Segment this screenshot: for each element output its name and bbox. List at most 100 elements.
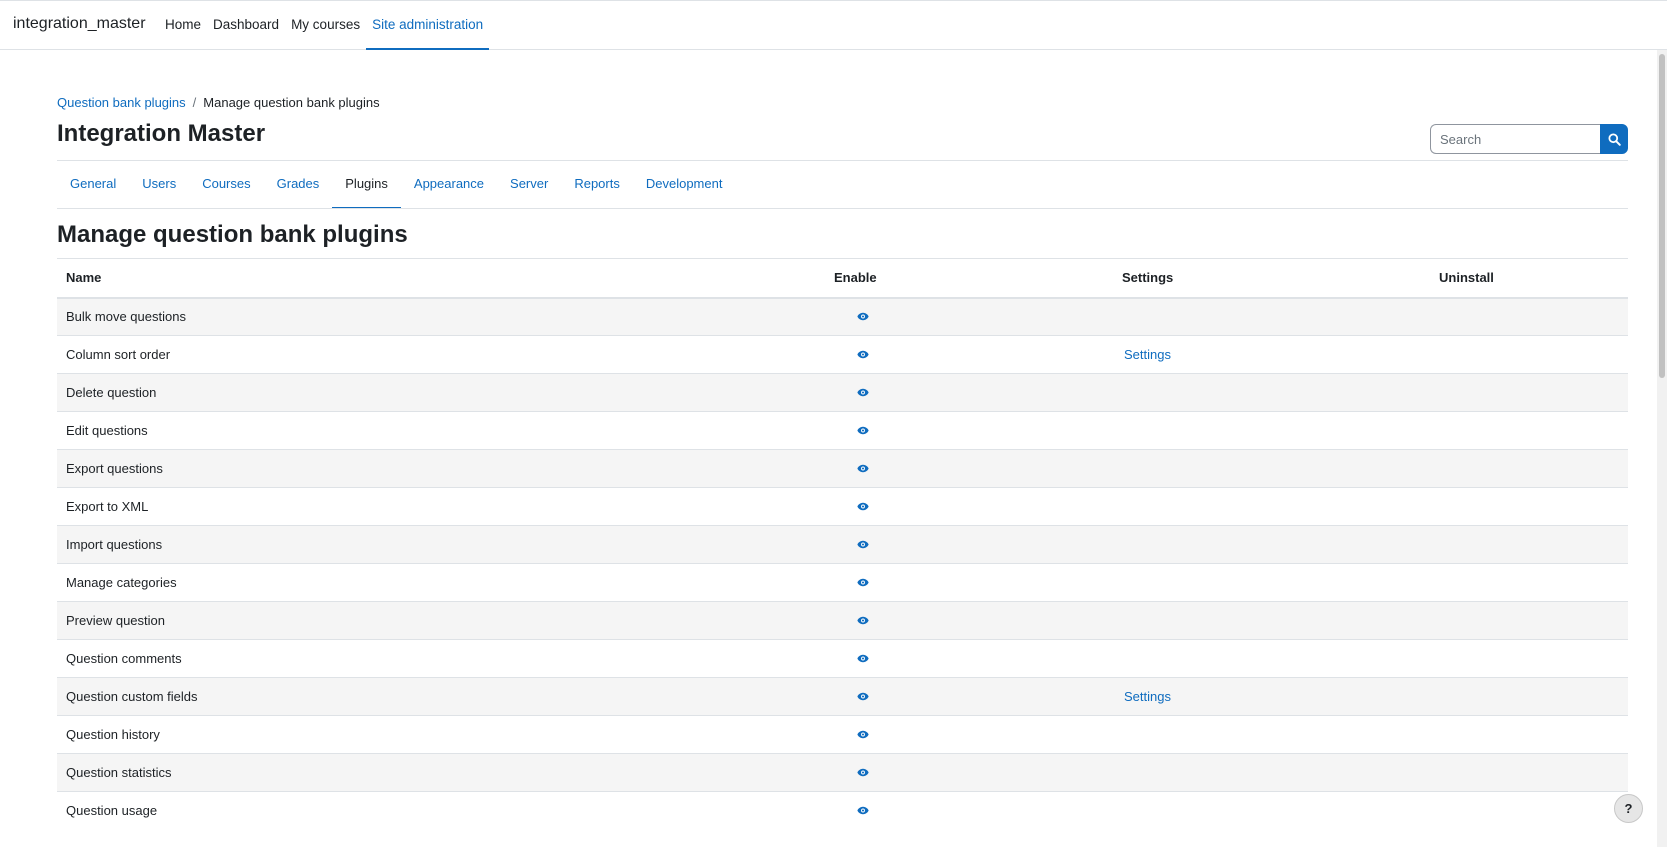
uninstall-cell [1430, 449, 1628, 488]
plugin-name: Question comments [57, 639, 825, 678]
plugins-table-body: Bulk move questions Column sort order Sett… [57, 297, 1628, 830]
eye-icon[interactable] [857, 613, 869, 628]
enable-cell [825, 791, 1113, 830]
eye-icon[interactable] [857, 575, 869, 590]
eye-icon[interactable] [857, 309, 869, 324]
tabs-divider [57, 208, 1628, 209]
tab-users[interactable]: Users [129, 161, 189, 209]
uninstall-cell [1430, 753, 1628, 792]
enable-cell [825, 487, 1113, 526]
page-scrollbar[interactable] [1657, 50, 1667, 847]
table-row: Edit questions [57, 411, 1628, 450]
tab-development[interactable]: Development [633, 161, 736, 209]
top-navbar: integration_master Home Dashboard My cou… [0, 0, 1667, 50]
plugin-name: Edit questions [57, 411, 825, 450]
tab-grades[interactable]: Grades [264, 161, 333, 209]
enable-cell [825, 373, 1113, 412]
settings-cell [1113, 715, 1430, 754]
search-input[interactable] [1430, 124, 1600, 154]
settings-link[interactable]: Settings [1122, 347, 1171, 362]
search-button[interactable] [1600, 124, 1628, 154]
uninstall-cell [1430, 373, 1628, 412]
plugin-name: Preview question [57, 601, 825, 640]
tab-courses[interactable]: Courses [189, 161, 263, 209]
column-header-settings: Settings [1113, 258, 1430, 299]
table-header-row: Name Enable Settings Uninstall [57, 258, 1628, 299]
uninstall-cell [1430, 677, 1628, 716]
table-row: Column sort order Settings [57, 335, 1628, 374]
plugin-name: Question history [57, 715, 825, 754]
help-button[interactable]: ? [1614, 794, 1643, 823]
settings-cell [1113, 791, 1430, 830]
nav-link-my-courses[interactable]: My courses [285, 1, 366, 49]
eye-icon[interactable] [857, 461, 869, 476]
column-header-uninstall: Uninstall [1430, 258, 1628, 299]
column-header-enable: Enable [825, 258, 1113, 299]
tab-reports[interactable]: Reports [561, 161, 633, 209]
eye-icon[interactable] [857, 727, 869, 742]
settings-cell [1113, 487, 1430, 526]
eye-icon[interactable] [857, 537, 869, 552]
uninstall-cell [1430, 563, 1628, 602]
enable-cell [825, 563, 1113, 602]
settings-cell: Settings [1113, 335, 1430, 374]
site-brand[interactable]: integration_master [13, 15, 146, 33]
settings-cell [1113, 563, 1430, 602]
breadcrumb-link-question-bank-plugins[interactable]: Question bank plugins [57, 95, 186, 110]
settings-cell [1113, 753, 1430, 792]
page-title: Integration Master [57, 120, 266, 147]
column-header-name: Name [57, 258, 825, 299]
plugin-name: Bulk move questions [57, 297, 825, 336]
settings-link[interactable]: Settings [1122, 689, 1171, 704]
uninstall-cell [1430, 639, 1628, 678]
plugin-name: Export to XML [57, 487, 825, 526]
enable-cell [825, 525, 1113, 564]
breadcrumb: Question bank plugins / Manage question … [57, 95, 380, 110]
uninstall-cell [1430, 601, 1628, 640]
scrollbar-thumb[interactable] [1659, 54, 1665, 378]
table-row: Delete question [57, 373, 1628, 412]
settings-cell: Settings [1113, 677, 1430, 716]
uninstall-cell [1430, 487, 1628, 526]
eye-icon[interactable] [857, 347, 869, 362]
enable-cell [825, 297, 1113, 336]
eye-icon[interactable] [857, 651, 869, 666]
table-row: Question custom fields Settings [57, 677, 1628, 716]
table-row: Manage categories [57, 563, 1628, 602]
enable-cell [825, 449, 1113, 488]
settings-cell [1113, 639, 1430, 678]
search-icon [1607, 132, 1621, 146]
nav-link-site-administration[interactable]: Site administration [366, 1, 490, 50]
enable-cell [825, 715, 1113, 754]
uninstall-cell [1430, 791, 1628, 830]
eye-icon[interactable] [857, 765, 869, 780]
eye-icon[interactable] [857, 499, 869, 514]
section-heading: Manage question bank plugins [57, 221, 408, 248]
table-row: Export to XML [57, 487, 1628, 526]
settings-cell [1113, 373, 1430, 412]
eye-icon[interactable] [857, 689, 869, 704]
uninstall-cell [1430, 411, 1628, 450]
plugin-name: Import questions [57, 525, 825, 564]
admin-tabs: General Users Courses Grades Plugins App… [57, 161, 735, 209]
nav-link-home[interactable]: Home [159, 1, 207, 49]
eye-icon[interactable] [857, 385, 869, 400]
uninstall-cell [1430, 335, 1628, 374]
breadcrumb-separator: / [192, 95, 197, 110]
tab-appearance[interactable]: Appearance [401, 161, 497, 209]
plugin-name: Column sort order [57, 335, 825, 374]
tab-plugins[interactable]: Plugins [332, 161, 401, 209]
plugins-table: Name Enable Settings Uninstall Bulk move… [57, 258, 1628, 830]
tab-general[interactable]: General [57, 161, 129, 209]
settings-cell [1113, 297, 1430, 336]
enable-cell [825, 411, 1113, 450]
uninstall-cell [1430, 715, 1628, 754]
table-row: Import questions [57, 525, 1628, 564]
nav-link-dashboard[interactable]: Dashboard [207, 1, 285, 49]
enable-cell [825, 335, 1113, 374]
enable-cell [825, 753, 1113, 792]
eye-icon[interactable] [857, 803, 869, 818]
tab-server[interactable]: Server [497, 161, 561, 209]
table-row: Question usage [57, 791, 1628, 830]
eye-icon[interactable] [857, 423, 869, 438]
